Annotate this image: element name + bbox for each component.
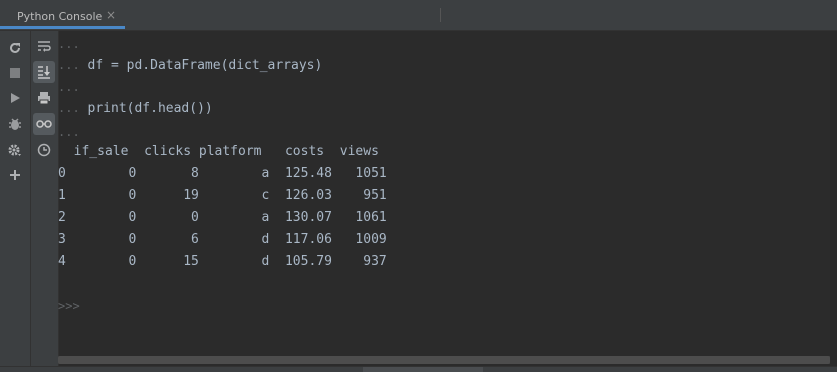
tab-bar: Python Console × — [0, 0, 837, 31]
run-icon[interactable] — [4, 87, 26, 109]
close-icon[interactable]: × — [106, 8, 116, 22]
show-variables-icon[interactable] — [33, 113, 55, 135]
horizontal-scrollbar[interactable] — [58, 356, 830, 364]
table-row: 0 0 8 a 125.48 1051 — [58, 166, 387, 181]
console-toolbar-left — [0, 31, 31, 366]
input-prompt[interactable]: >>> — [58, 297, 80, 315]
scrollbar-thumb[interactable] — [58, 356, 830, 364]
continuation-prompt: ... — [58, 101, 80, 115]
console-output[interactable]: ... ... df = pd.DataFrame(dict_arrays) .… — [58, 31, 837, 356]
add-icon[interactable] — [4, 164, 26, 186]
console-line: ... df = pd.DataFrame(dict_arrays) — [58, 56, 322, 74]
stop-icon[interactable] — [4, 62, 26, 84]
continuation-prompt: ... — [58, 80, 80, 94]
console-line: ... print(df.head()) — [58, 99, 213, 117]
tab-python-console[interactable]: Python Console × — [0, 0, 125, 29]
continuation-prompt: ... — [58, 58, 80, 72]
console-line: ... — [58, 123, 80, 141]
status-segment — [363, 367, 483, 372]
status-bar — [0, 366, 837, 372]
table-row: 2 0 0 a 130.07 1061 — [58, 210, 387, 225]
table-row: 3 0 6 d 117.06 1009 — [58, 232, 387, 247]
console-line: ... — [58, 35, 80, 53]
continuation-prompt: ... — [58, 37, 80, 51]
tab-separator — [440, 8, 441, 22]
table-row: 4 0 15 d 105.79 937 — [58, 254, 387, 269]
soft-wrap-icon[interactable] — [33, 36, 55, 58]
table-row: 1 0 19 c 126.03 951 — [58, 188, 387, 203]
continuation-prompt: ... — [58, 125, 80, 139]
settings-icon[interactable] — [4, 139, 26, 161]
table-header: if_sale clicks platform costs views — [58, 144, 379, 159]
console-toolbar-right — [31, 31, 59, 366]
code-dataframe: df = pd.DataFrame(dict_arrays) — [79, 58, 323, 73]
history-icon[interactable] — [33, 139, 55, 161]
debug-icon[interactable] — [4, 113, 26, 135]
scroll-to-end-icon[interactable] — [33, 61, 55, 83]
tab-label: Python Console — [17, 10, 103, 23]
console-line: ... — [58, 78, 80, 96]
code-print: print(df.head()) — [79, 101, 213, 116]
print-icon[interactable] — [33, 87, 55, 109]
rerun-icon[interactable] — [4, 37, 26, 59]
